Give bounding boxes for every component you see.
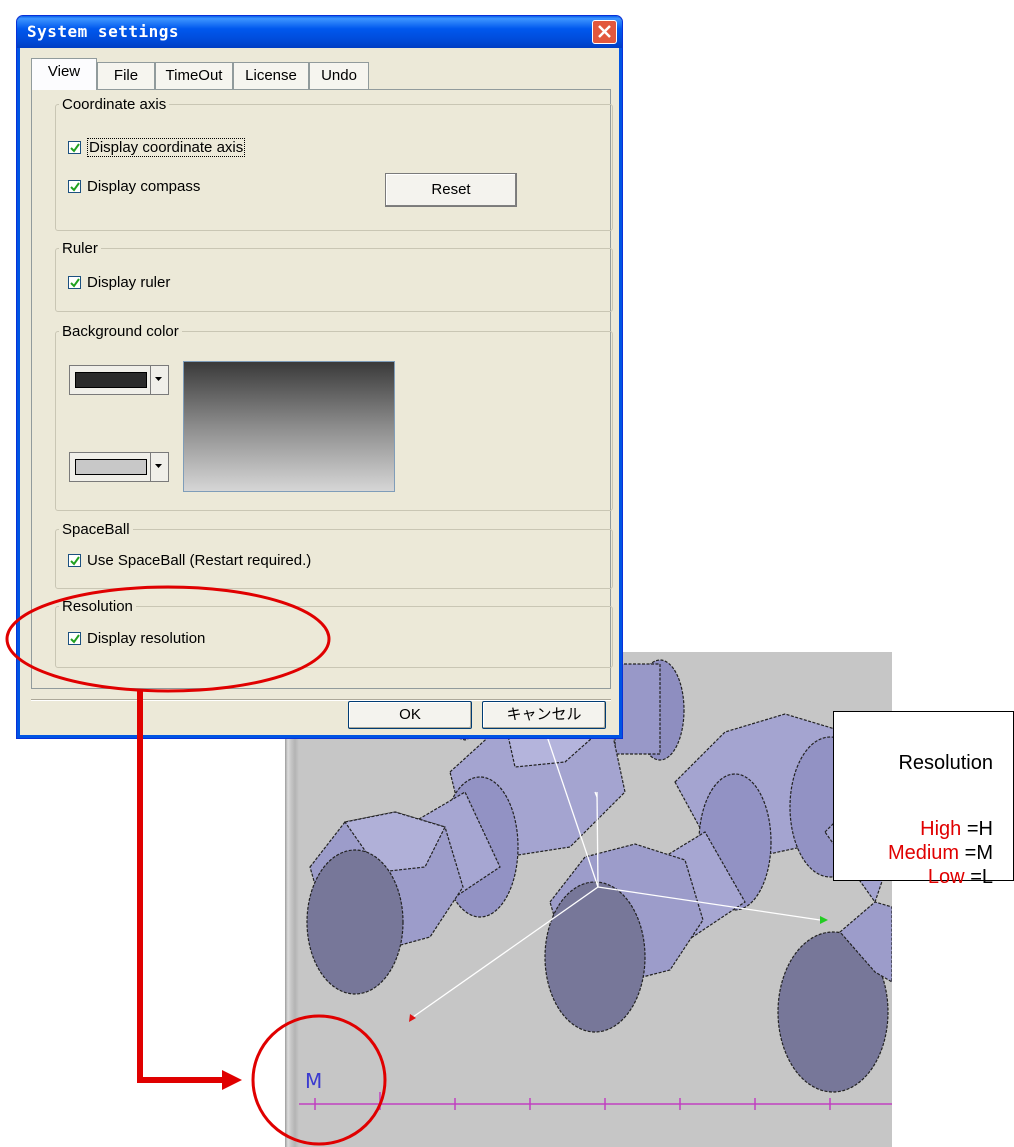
annotation-overlay (5, 585, 387, 1146)
highlight-circle-indicator (251, 1014, 387, 1146)
tab-view[interactable]: View (31, 58, 97, 90)
highlight-ellipse-resolution (5, 585, 331, 693)
arrow-head-icon (222, 1070, 242, 1090)
connector-arrow-line (137, 690, 224, 1083)
